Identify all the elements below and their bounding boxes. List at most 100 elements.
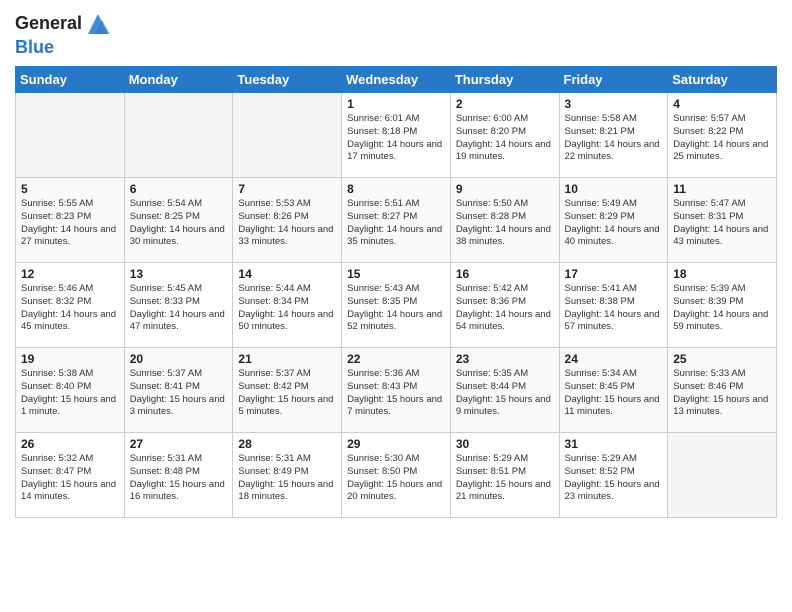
day-info: Sunrise: 5:42 AM Sunset: 8:36 PM Dayligh… [456, 283, 554, 334]
calendar-cell: 10 Sunrise: 5:49 AM Sunset: 8:29 PM Dayli… [559, 178, 668, 263]
day-info: Sunrise: 5:55 AM Sunset: 8:23 PM Dayligh… [21, 198, 119, 249]
calendar-cell: 30 Sunrise: 5:29 AM Sunset: 8:51 PM Dayli… [450, 433, 559, 518]
day-number: 3 [565, 97, 663, 111]
calendar-cell: 13 Sunrise: 5:45 AM Sunset: 8:33 PM Dayli… [124, 263, 233, 348]
page-header: General Blue [15, 10, 777, 58]
day-number: 31 [565, 437, 663, 451]
calendar-cell: 6Sunrise: 5:54 AM Sunset: 8:25 PM Daylig… [124, 178, 233, 263]
calendar-cell: 15Sunrise: 5:43 AM Sunset: 8:35 PM Dayli… [342, 263, 451, 348]
day-number: 18 [673, 267, 771, 281]
calendar-cell: 9 Sunrise: 5:50 AM Sunset: 8:28 PM Daylig… [450, 178, 559, 263]
calendar-cell: 27Sunrise: 5:31 AM Sunset: 8:48 PM Dayli… [124, 433, 233, 518]
day-info: Sunrise: 5:45 AM Sunset: 8:33 PM Dayligh… [130, 283, 228, 334]
day-info: Sunrise: 6:01 AM Sunset: 8:18 PM Dayligh… [347, 113, 445, 164]
logo-icon [84, 10, 112, 38]
day-number: 1 [347, 97, 445, 111]
day-number: 12 [21, 267, 119, 281]
day-number: 9 [456, 182, 554, 196]
calendar-cell: 31 Sunrise: 5:29 AM Sunset: 8:52 PM Dayli… [559, 433, 668, 518]
calendar-cell: 20 Sunrise: 5:37 AM Sunset: 8:41 PM Dayli… [124, 348, 233, 433]
day-info: Sunrise: 5:47 AM Sunset: 8:31 PM Dayligh… [673, 198, 771, 249]
day-number: 24 [565, 352, 663, 366]
day-info: Sunrise: 5:29 AM Sunset: 8:52 PM Dayligh… [565, 453, 663, 504]
day-header-monday: Monday [124, 67, 233, 93]
calendar-cell: 23 Sunrise: 5:35 AM Sunset: 8:44 PM Dayli… [450, 348, 559, 433]
calendar-cell: 16 Sunrise: 5:42 AM Sunset: 8:36 PM Dayli… [450, 263, 559, 348]
day-info: Sunrise: 5:30 AM Sunset: 8:50 PM Dayligh… [347, 453, 445, 504]
day-number: 2 [456, 97, 554, 111]
calendar-cell: 18 Sunrise: 5:39 AM Sunset: 8:39 PM Dayli… [668, 263, 777, 348]
calendar-cell: 26 Sunrise: 5:32 AM Sunset: 8:47 PM Dayli… [16, 433, 125, 518]
day-number: 13 [130, 267, 228, 281]
calendar-cell: 3 Sunrise: 5:58 AM Sunset: 8:21 PM Daylig… [559, 93, 668, 178]
day-number: 11 [673, 182, 771, 196]
calendar-cell: 21Sunrise: 5:37 AM Sunset: 8:42 PM Dayli… [233, 348, 342, 433]
calendar-cell: 29Sunrise: 5:30 AM Sunset: 8:50 PM Dayli… [342, 433, 451, 518]
day-number: 21 [238, 352, 336, 366]
day-info: Sunrise: 5:31 AM Sunset: 8:48 PM Dayligh… [130, 453, 228, 504]
calendar-cell [233, 93, 342, 178]
day-number: 20 [130, 352, 228, 366]
day-number: 4 [673, 97, 771, 111]
calendar-cell: 7Sunrise: 5:53 AM Sunset: 8:26 PM Daylig… [233, 178, 342, 263]
day-info: Sunrise: 5:58 AM Sunset: 8:21 PM Dayligh… [565, 113, 663, 164]
day-header-sunday: Sunday [16, 67, 125, 93]
day-info: Sunrise: 5:34 AM Sunset: 8:45 PM Dayligh… [565, 368, 663, 419]
day-info: Sunrise: 5:35 AM Sunset: 8:44 PM Dayligh… [456, 368, 554, 419]
day-info: Sunrise: 5:39 AM Sunset: 8:39 PM Dayligh… [673, 283, 771, 334]
day-header-thursday: Thursday [450, 67, 559, 93]
day-info: Sunrise: 5:49 AM Sunset: 8:29 PM Dayligh… [565, 198, 663, 249]
day-number: 22 [347, 352, 445, 366]
day-number: 10 [565, 182, 663, 196]
calendar-cell: 28 Sunrise: 5:31 AM Sunset: 8:49 PM Dayli… [233, 433, 342, 518]
calendar-cell [16, 93, 125, 178]
calendar-week-2: 5 Sunrise: 5:55 AM Sunset: 8:23 PM Daylig… [16, 178, 777, 263]
day-info: Sunrise: 5:33 AM Sunset: 8:46 PM Dayligh… [673, 368, 771, 419]
calendar-week-4: 19Sunrise: 5:38 AM Sunset: 8:40 PM Dayli… [16, 348, 777, 433]
day-info: Sunrise: 5:43 AM Sunset: 8:35 PM Dayligh… [347, 283, 445, 334]
day-number: 14 [238, 267, 336, 281]
day-info: Sunrise: 5:29 AM Sunset: 8:51 PM Dayligh… [456, 453, 554, 504]
calendar-cell: 11 Sunrise: 5:47 AM Sunset: 8:31 PM Dayli… [668, 178, 777, 263]
day-info: Sunrise: 5:50 AM Sunset: 8:28 PM Dayligh… [456, 198, 554, 249]
day-number: 6 [130, 182, 228, 196]
day-number: 8 [347, 182, 445, 196]
logo: General Blue [15, 10, 112, 58]
day-info: Sunrise: 5:53 AM Sunset: 8:26 PM Dayligh… [238, 198, 336, 249]
day-info: Sunrise: 6:00 AM Sunset: 8:20 PM Dayligh… [456, 113, 554, 164]
day-info: Sunrise: 5:36 AM Sunset: 8:43 PM Dayligh… [347, 368, 445, 419]
day-number: 16 [456, 267, 554, 281]
day-header-friday: Friday [559, 67, 668, 93]
calendar-cell: 25 Sunrise: 5:33 AM Sunset: 8:46 PM Dayli… [668, 348, 777, 433]
calendar-week-5: 26 Sunrise: 5:32 AM Sunset: 8:47 PM Dayli… [16, 433, 777, 518]
calendar-header-row: SundayMondayTuesdayWednesdayThursdayFrid… [16, 67, 777, 93]
calendar-week-3: 12Sunrise: 5:46 AM Sunset: 8:32 PM Dayli… [16, 263, 777, 348]
day-number: 30 [456, 437, 554, 451]
day-info: Sunrise: 5:37 AM Sunset: 8:41 PM Dayligh… [130, 368, 228, 419]
day-number: 23 [456, 352, 554, 366]
day-number: 17 [565, 267, 663, 281]
day-info: Sunrise: 5:57 AM Sunset: 8:22 PM Dayligh… [673, 113, 771, 164]
day-number: 26 [21, 437, 119, 451]
day-info: Sunrise: 5:31 AM Sunset: 8:49 PM Dayligh… [238, 453, 336, 504]
day-header-tuesday: Tuesday [233, 67, 342, 93]
day-header-saturday: Saturday [668, 67, 777, 93]
day-info: Sunrise: 5:44 AM Sunset: 8:34 PM Dayligh… [238, 283, 336, 334]
calendar-cell: 2 Sunrise: 6:00 AM Sunset: 8:20 PM Daylig… [450, 93, 559, 178]
calendar-table: SundayMondayTuesdayWednesdayThursdayFrid… [15, 66, 777, 518]
calendar-cell [668, 433, 777, 518]
day-number: 28 [238, 437, 336, 451]
day-info: Sunrise: 5:41 AM Sunset: 8:38 PM Dayligh… [565, 283, 663, 334]
day-number: 19 [21, 352, 119, 366]
day-info: Sunrise: 5:32 AM Sunset: 8:47 PM Dayligh… [21, 453, 119, 504]
calendar-week-1: 1 Sunrise: 6:01 AM Sunset: 8:18 PM Daylig… [16, 93, 777, 178]
calendar-cell: 19Sunrise: 5:38 AM Sunset: 8:40 PM Dayli… [16, 348, 125, 433]
day-number: 25 [673, 352, 771, 366]
calendar-cell: 17 Sunrise: 5:41 AM Sunset: 8:38 PM Dayli… [559, 263, 668, 348]
calendar-cell: 1 Sunrise: 6:01 AM Sunset: 8:18 PM Daylig… [342, 93, 451, 178]
calendar-cell [124, 93, 233, 178]
calendar-cell: 12Sunrise: 5:46 AM Sunset: 8:32 PM Dayli… [16, 263, 125, 348]
logo-text: General [15, 14, 82, 34]
logo-blue: Blue [15, 37, 54, 57]
day-number: 5 [21, 182, 119, 196]
